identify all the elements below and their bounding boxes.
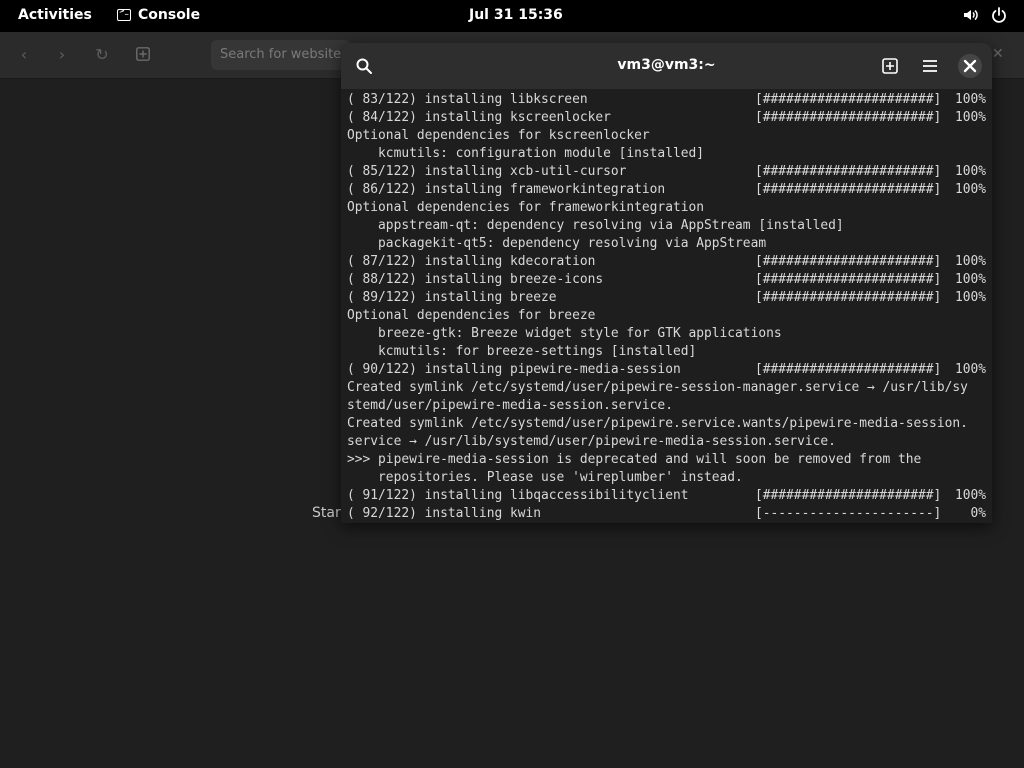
terminal-line: breeze-gtk: Breeze widget style for GTK …	[347, 325, 988, 343]
activities-button[interactable]: Activities	[18, 7, 92, 23]
terminal-line-text: kcmutils: for breeze-settings [installed…	[347, 344, 697, 359]
terminal-line: Created symlink /etc/systemd/user/pipewi…	[347, 415, 988, 433]
new-tab-icon[interactable]	[134, 46, 152, 64]
terminal-line-text: ( 90/122) installing pipewire-media-sess…	[347, 362, 681, 377]
terminal-line: appstream-qt: dependency resolving via A…	[347, 217, 988, 235]
terminal-line-text: Created symlink /etc/systemd/user/pipewi…	[347, 416, 968, 431]
progress-bar-text: [######################]	[755, 488, 942, 503]
terminal-line: kcmutils: configuration module [installe…	[347, 145, 988, 163]
progress-bar-text: [######################]	[755, 182, 942, 197]
terminal-line: kcmutils: for breeze-settings [installed…	[347, 343, 988, 361]
terminal-line: ( 85/122) installing xcb-util-cursor [###…	[347, 163, 988, 181]
progress-percent: 100%	[954, 362, 986, 377]
terminal-line: ( 90/122) installing pipewire-media-sess…	[347, 361, 988, 379]
terminal-line: Optional dependencies for frameworkinteg…	[347, 199, 988, 217]
back-icon[interactable]: ‹	[15, 46, 33, 64]
app-menu[interactable]: Console	[117, 7, 200, 23]
progress-percent: 100%	[954, 290, 986, 305]
system-status-area[interactable]	[962, 6, 1008, 28]
clock[interactable]: Jul 31 15:36	[469, 7, 563, 23]
terminal-line-text: ( 89/122) installing breeze	[347, 290, 557, 305]
progress-percent: 100%	[954, 488, 986, 503]
terminal-header: vm3@vm3:~	[341, 43, 992, 89]
terminal-line-text: ( 86/122) installing frameworkintegratio…	[347, 182, 666, 197]
terminal-line-text: ( 85/122) installing xcb-util-cursor	[347, 164, 627, 179]
terminal-window[interactable]: vm3@vm3:~ ( 83/122) installing libkscree…	[341, 43, 992, 523]
terminal-line-text: >>> pipewire-media-session is deprecated…	[347, 452, 922, 467]
terminal-line-text: service → /usr/lib/systemd/user/pipewire…	[347, 434, 836, 449]
progress-percent: 100%	[954, 92, 986, 107]
terminal-line: ( 86/122) installing frameworkintegratio…	[347, 181, 988, 199]
progress-percent: 100%	[954, 254, 986, 269]
terminal-line-text: packagekit-qt5: dependency resolving via…	[347, 236, 767, 251]
progress-bar-text: [######################]	[755, 164, 942, 179]
terminal-line-text: appstream-qt: dependency resolving via A…	[347, 218, 844, 233]
terminal-line-text: ( 92/122) installing kwin	[347, 506, 542, 521]
top-bar: Activities Console Jul 31 15:36	[0, 0, 1024, 32]
terminal-line: Optional dependencies for breeze	[347, 307, 988, 325]
terminal-line: ( 87/122) installing kdecoration [#######…	[347, 253, 988, 271]
progress-bar-text: [######################]	[755, 290, 942, 305]
terminal-line: ( 89/122) installing breeze [############…	[347, 289, 988, 307]
terminal-line: ( 83/122) installing libkscreen [########…	[347, 91, 988, 109]
menu-icon[interactable]	[918, 54, 942, 78]
close-icon[interactable]	[958, 54, 982, 78]
progress-bar-text: [----------------------]	[755, 506, 942, 521]
terminal-line-text: ( 87/122) installing kdecoration	[347, 254, 596, 269]
terminal-line: service → /usr/lib/systemd/user/pipewire…	[347, 433, 988, 451]
terminal-line-text: Optional dependencies for breeze	[347, 308, 596, 323]
terminal-line-text: kcmutils: configuration module [installe…	[347, 146, 704, 161]
reload-icon[interactable]: ↻	[93, 46, 111, 64]
terminal-line-text: ( 84/122) installing kscreenlocker	[347, 110, 611, 125]
progress-bar-text: [######################]	[755, 272, 942, 287]
progress-bar-text: [######################]	[755, 362, 942, 377]
terminal-line-text: breeze-gtk: Breeze widget style for GTK …	[347, 326, 782, 341]
progress-percent: 100%	[954, 110, 986, 125]
new-tab-button[interactable]	[878, 54, 902, 78]
progress-bar-text: [######################]	[755, 254, 942, 269]
terminal-line: Optional dependencies for kscreenlocker	[347, 127, 988, 145]
terminal-line-text: ( 83/122) installing libkscreen	[347, 92, 588, 107]
progress-percent: 100%	[954, 182, 986, 197]
url-placeholder: Search for website	[220, 47, 342, 62]
terminal-icon	[117, 7, 131, 21]
forward-icon[interactable]: ›	[53, 46, 71, 64]
browser-close-icon[interactable]: ✕	[992, 46, 1004, 62]
terminal-line-text: ( 88/122) installing breeze-icons	[347, 272, 604, 287]
terminal-line: packagekit-qt5: dependency resolving via…	[347, 235, 988, 253]
terminal-line: repositories. Please use 'wireplumber' i…	[347, 469, 988, 487]
terminal-line-text: Optional dependencies for frameworkinteg…	[347, 200, 704, 215]
terminal-line: ( 91/122) installing libqaccessibilitycl…	[347, 487, 988, 505]
volume-icon	[962, 6, 980, 28]
terminal-line: ( 84/122) installing kscreenlocker [#####…	[347, 109, 988, 127]
progress-percent: 100%	[954, 164, 986, 179]
progress-bar-text: [######################]	[755, 92, 942, 107]
terminal-output[interactable]: ( 83/122) installing libkscreen [########…	[347, 91, 988, 523]
terminal-line: ( 92/122) installing kwin [--------------…	[347, 505, 988, 523]
progress-percent: 100%	[954, 272, 986, 287]
app-menu-label: Console	[138, 7, 201, 23]
url-bar[interactable]: Search for website	[211, 40, 351, 70]
progress-bar-text: [######################]	[755, 110, 942, 125]
terminal-line: >>> pipewire-media-session is deprecated…	[347, 451, 988, 469]
terminal-line-text: Optional dependencies for kscreenlocker	[347, 128, 650, 143]
terminal-line-text: ( 91/122) installing libqaccessibilitycl…	[347, 488, 689, 503]
terminal-line-text: Created symlink /etc/systemd/user/pipewi…	[347, 380, 968, 395]
terminal-line-text: repositories. Please use 'wireplumber' i…	[347, 470, 743, 485]
status-text: Starı	[312, 505, 345, 521]
power-icon	[990, 6, 1008, 28]
terminal-line-text: stemd/user/pipewire-media-session.servic…	[347, 398, 673, 413]
terminal-line: Created symlink /etc/systemd/user/pipewi…	[347, 379, 988, 397]
terminal-line: ( 88/122) installing breeze-icons [######…	[347, 271, 988, 289]
terminal-line: stemd/user/pipewire-media-session.servic…	[347, 397, 988, 415]
progress-percent: 0%	[970, 506, 986, 521]
